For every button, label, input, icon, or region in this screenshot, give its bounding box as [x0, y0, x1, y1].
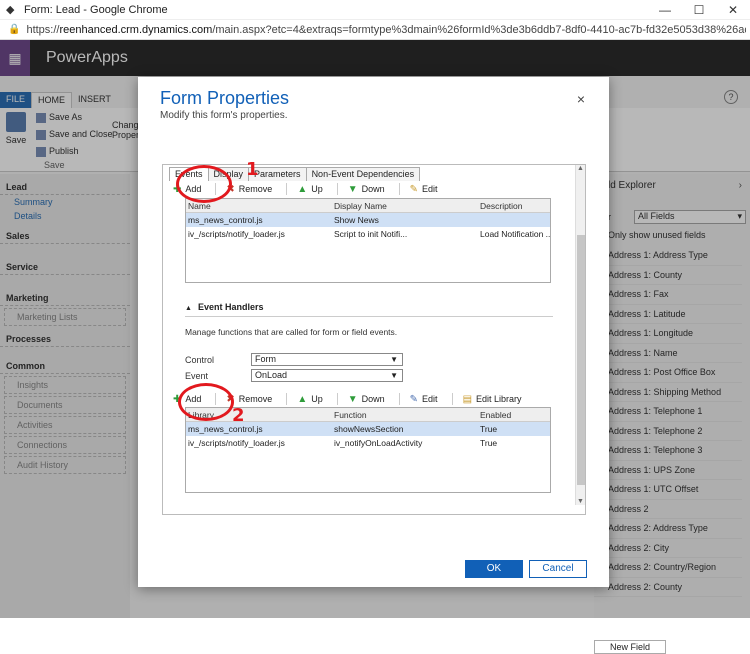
down-library-button[interactable]: ▼ Down — [348, 184, 385, 195]
url-prefix: https:// — [26, 23, 60, 36]
arrow-down-icon: ▼ — [347, 393, 358, 405]
table-row[interactable]: iv_/scripts/notify_loader.js iv_notifyOn… — [186, 436, 550, 450]
edit-handler-button[interactable]: ✎ Edit — [410, 394, 438, 405]
remove-handler-label: Remove — [238, 394, 273, 404]
form-libraries-grid: Name Display Name Description ms_news_co… — [185, 198, 551, 283]
column-header-function[interactable]: Function — [332, 408, 478, 421]
edit-library-button[interactable]: ✎ Edit — [410, 184, 438, 195]
scrollbar-thumb[interactable] — [577, 235, 585, 485]
annotation-number: 2 — [232, 405, 245, 426]
arrow-up-icon: ▲ — [297, 393, 308, 405]
library-icon: ▤ — [462, 393, 473, 405]
library-description-cell: Load Notification ... — [480, 229, 550, 239]
control-label: Control — [185, 355, 215, 365]
library-display-name-cell: Script to init Notifi... — [334, 229, 408, 239]
edit-icon: ✎ — [409, 393, 419, 405]
scroll-up-icon[interactable]: ▲ — [577, 165, 584, 172]
url-host: reenhanced.crm.dynamics.com — [59, 23, 213, 36]
dialog-content-frame: Events Display Parameters Non-Event Depe… — [162, 164, 586, 515]
toolbar-divider — [451, 393, 453, 405]
library-name-cell: ms_news_control.js — [188, 215, 263, 225]
toolbar-divider — [286, 393, 288, 405]
remove-library-label: Remove — [238, 184, 273, 194]
event-select[interactable]: OnLoad ▼ — [251, 369, 403, 382]
edit-icon: ✎ — [409, 183, 419, 195]
tab-non-event-dependencies[interactable]: Non-Event Dependencies — [305, 167, 421, 181]
dialog-title: Form Properties — [160, 88, 290, 108]
dialog-scrollbar[interactable]: ▲ ▼ — [575, 165, 585, 505]
dialog-subtitle: Modify this form's properties. — [160, 110, 288, 121]
event-handlers-section[interactable]: ▲ Event Handlers — [185, 302, 263, 312]
section-divider — [185, 316, 553, 317]
handler-function-cell: showNewsSection — [334, 424, 404, 434]
lock-icon: 🔒 — [8, 24, 21, 35]
event-value: OnLoad — [255, 370, 288, 380]
handler-library-cell: iv_/scripts/notify_loader.js — [188, 438, 285, 448]
library-display-name-cell: Show News — [334, 215, 379, 225]
column-header-description[interactable]: Description — [478, 199, 550, 212]
close-icon[interactable]: × — [577, 91, 585, 107]
address-bar[interactable]: 🔒 https://reenhanced.crm.dynamics.com/ma… — [0, 20, 750, 40]
url-path: /main.aspx?etc=4&extraqs=formtype%3dmain… — [212, 23, 747, 36]
window-title: Form: Lead - Google Chrome — [24, 3, 168, 16]
toolbar-divider — [336, 183, 338, 195]
annotation-number: 1 — [246, 159, 259, 180]
up-library-label: Up — [311, 184, 323, 194]
edit-library-link-button[interactable]: ▤ Edit Library — [463, 394, 522, 405]
column-header-enabled[interactable]: Enabled — [478, 408, 550, 421]
control-select[interactable]: Form ▼ — [251, 353, 403, 366]
down-handler-label: Down — [361, 394, 385, 404]
new-field-button[interactable]: New Field — [594, 640, 666, 654]
handler-function-cell: iv_notifyOnLoadActivity — [334, 438, 423, 448]
down-library-label: Down — [361, 184, 385, 194]
scroll-down-icon[interactable]: ▼ — [577, 498, 584, 505]
edit-library-link-label: Edit Library — [476, 394, 522, 404]
up-handler-label: Up — [311, 394, 323, 404]
toolbar-divider — [286, 183, 288, 195]
close-window-icon[interactable]: ✕ — [716, 0, 750, 20]
form-properties-dialog: Form Properties Modify this form's prope… — [138, 77, 609, 587]
column-header-display-name[interactable]: Display Name — [332, 199, 478, 212]
handler-library-cell: ms_news_control.js — [188, 424, 263, 434]
window-controls: — ☐ ✕ — [648, 0, 750, 20]
event-handlers-title: Event Handlers — [197, 302, 264, 312]
chevron-down-icon: ▼ — [390, 355, 398, 364]
toolbar-divider — [336, 393, 338, 405]
collapse-triangle-icon: ▲ — [185, 305, 192, 312]
arrow-down-icon: ▼ — [347, 183, 358, 195]
event-handlers-description: Manage functions that are called for for… — [185, 327, 398, 337]
handler-enabled-cell: True — [480, 424, 498, 434]
library-description-cell — [478, 213, 550, 227]
annotation-circle — [176, 165, 232, 203]
library-name-cell: iv_/scripts/notify_loader.js — [188, 229, 285, 239]
edit-library-label: Edit — [422, 184, 438, 194]
chevron-down-icon: ▼ — [390, 371, 398, 380]
maximize-icon[interactable]: ☐ — [682, 0, 716, 20]
remove-library-button[interactable]: ✖ Remove — [226, 184, 272, 195]
up-library-button[interactable]: ▲ Up — [297, 184, 322, 195]
up-handler-button[interactable]: ▲ Up — [297, 394, 322, 405]
browser-titlebar: ◆ Form: Lead - Google Chrome — ☐ ✕ — [0, 0, 750, 20]
arrow-up-icon: ▲ — [297, 183, 308, 195]
ok-button[interactable]: OK — [465, 560, 523, 578]
url-text[interactable]: https://reenhanced.crm.dynamics.com/main… — [26, 24, 746, 36]
cancel-button[interactable]: Cancel — [529, 560, 587, 578]
libraries-header: Name Display Name Description — [186, 199, 550, 213]
toolbar-divider — [398, 183, 400, 195]
down-handler-button[interactable]: ▼ Down — [348, 394, 385, 405]
control-value: Form — [255, 354, 276, 364]
minimize-icon[interactable]: — — [648, 0, 682, 20]
annotation-circle — [178, 383, 234, 421]
toolbar-divider — [398, 393, 400, 405]
table-row[interactable]: ms_news_control.js Show News — [186, 213, 550, 227]
dynamics-logo-icon: ◆ — [6, 3, 15, 16]
event-label: Event — [185, 371, 209, 381]
table-row[interactable]: iv_/scripts/notify_loader.js Script to i… — [186, 227, 550, 241]
handler-enabled-cell: True — [480, 438, 498, 448]
edit-handler-label: Edit — [422, 394, 438, 404]
